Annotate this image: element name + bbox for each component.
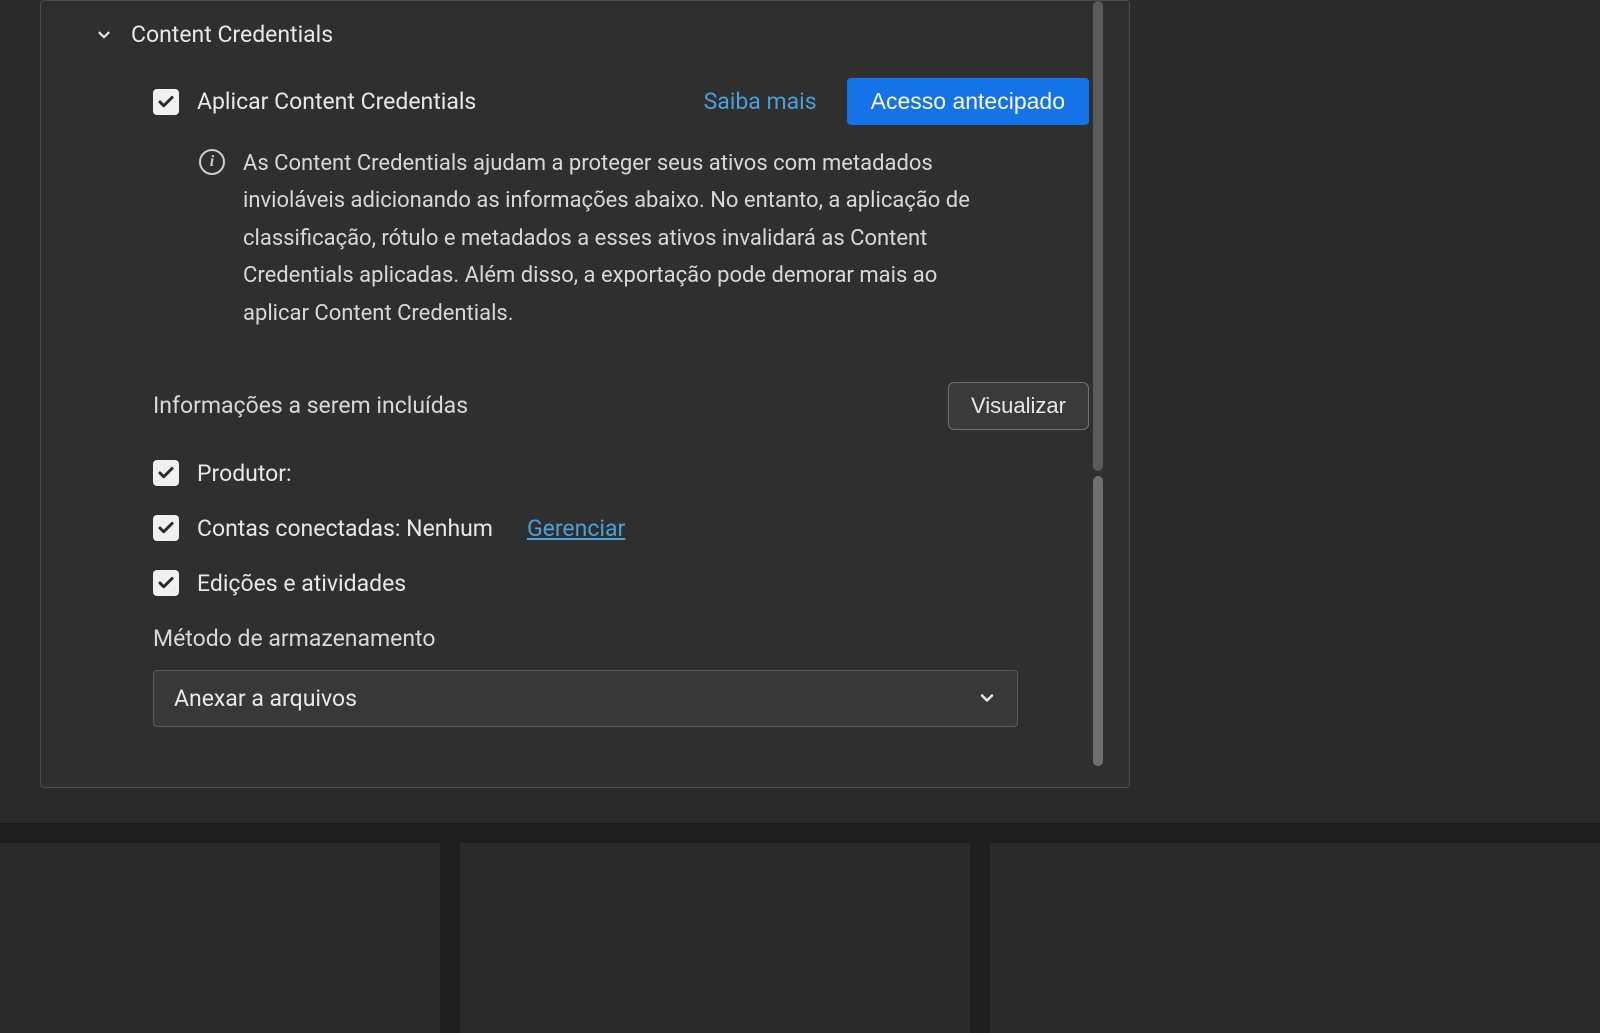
storage-label: Método de armazenamento xyxy=(153,625,1089,652)
bottom-bar xyxy=(0,823,1600,1033)
apply-checkbox[interactable] xyxy=(153,89,179,115)
section-header[interactable]: Content Credentials xyxy=(95,21,1089,48)
connected-accounts-checkbox[interactable] xyxy=(153,515,179,541)
info-icon: i xyxy=(199,149,225,175)
visualize-button[interactable]: Visualizar xyxy=(948,382,1089,430)
manage-link[interactable]: Gerenciar xyxy=(527,515,633,542)
bottom-panel xyxy=(0,843,440,1033)
learn-more-link[interactable]: Saiba mais xyxy=(704,88,817,115)
storage-dropdown-value: Anexar a arquivos xyxy=(174,685,357,712)
edits-label: Edições e atividades xyxy=(197,570,406,597)
bottom-panel xyxy=(990,843,1600,1033)
producer-checkbox[interactable] xyxy=(153,460,179,486)
connected-accounts-label: Contas conectadas: Nenhum xyxy=(197,515,493,542)
info-text: As Content Credentials ajudam a proteger… xyxy=(243,145,1003,332)
producer-label: Produtor: xyxy=(197,460,292,487)
storage-dropdown[interactable]: Anexar a arquivos xyxy=(153,670,1018,727)
producer-row: Produtor: xyxy=(153,460,1089,487)
include-header-row: Informações a serem incluídas Visualizar xyxy=(153,382,1089,430)
scrollbar[interactable] xyxy=(1091,1,1105,771)
section-title: Content Credentials xyxy=(131,21,333,48)
scrollbar-thumb[interactable] xyxy=(1093,1,1103,471)
apply-row: Aplicar Content Credentials Saiba mais A… xyxy=(153,78,1089,125)
bottom-panel xyxy=(460,843,970,1033)
info-icon-wrap: i xyxy=(199,145,225,332)
edits-row: Edições e atividades xyxy=(153,570,1089,597)
edits-checkbox[interactable] xyxy=(153,570,179,596)
scrollbar-thumb[interactable] xyxy=(1093,476,1103,766)
chevron-down-icon xyxy=(95,26,113,44)
info-row: i As Content Credentials ajudam a proteg… xyxy=(199,145,1089,332)
include-header: Informações a serem incluídas xyxy=(153,392,468,419)
connected-accounts-row: Contas conectadas: Nenhum Gerenciar xyxy=(153,515,1089,542)
apply-label: Aplicar Content Credentials xyxy=(197,88,704,115)
content-credentials-panel: Content Credentials Aplicar Content Cred… xyxy=(40,0,1130,788)
chevron-down-icon xyxy=(977,688,997,708)
early-access-button[interactable]: Acesso antecipado xyxy=(847,78,1089,125)
